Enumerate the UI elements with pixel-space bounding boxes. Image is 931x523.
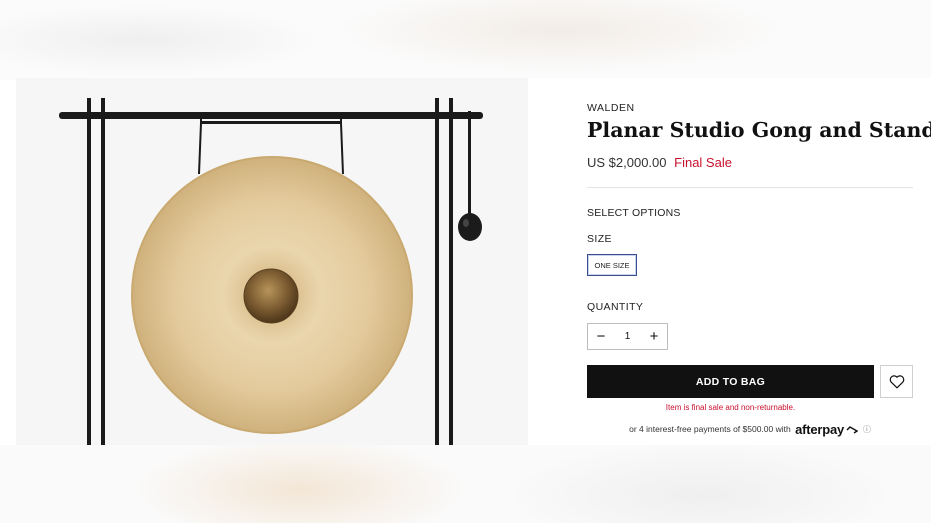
afterpay-logo[interactable]: afterpay bbox=[795, 422, 844, 437]
product-card: WALDEN Planar Studio Gong and Stand US $… bbox=[16, 78, 931, 445]
size-option-one-size[interactable]: ONE SIZE bbox=[587, 254, 637, 276]
quantity-stepper: − 1 + bbox=[587, 323, 668, 350]
increase-quantity-button[interactable]: + bbox=[641, 324, 667, 349]
heart-icon bbox=[889, 375, 904, 389]
product-title: Planar Studio Gong and Stand bbox=[587, 118, 931, 142]
afterpay-arrows-icon bbox=[846, 426, 859, 434]
price-row: US $2,000.00 Final Sale bbox=[587, 155, 732, 170]
final-sale-notice: Item is final sale and non-returnable. bbox=[665, 403, 796, 412]
gong-illustration bbox=[59, 98, 483, 445]
afterpay-text: or 4 interest-free payments of $500.00 w… bbox=[629, 424, 791, 434]
quantity-value[interactable]: 1 bbox=[625, 331, 631, 342]
background-blur-bottom bbox=[0, 445, 931, 523]
quantity-label: QUANTITY bbox=[587, 301, 644, 313]
afterpay-row: or 4 interest-free payments of $500.00 w… bbox=[587, 422, 913, 437]
add-to-bag-button[interactable]: ADD TO BAG bbox=[587, 365, 874, 398]
divider bbox=[587, 187, 913, 188]
info-icon[interactable]: ⓘ bbox=[863, 424, 871, 435]
final-sale-label: Final Sale bbox=[674, 155, 732, 170]
background-blur-top bbox=[0, 0, 931, 80]
size-label: SIZE bbox=[587, 233, 612, 245]
select-options-heading: SELECT OPTIONS bbox=[587, 207, 681, 219]
decrease-quantity-button[interactable]: − bbox=[588, 324, 614, 349]
product-price: US $2,000.00 bbox=[587, 155, 667, 170]
wishlist-button[interactable] bbox=[880, 365, 913, 398]
product-image[interactable] bbox=[16, 78, 528, 445]
brand-name[interactable]: WALDEN bbox=[587, 102, 635, 114]
